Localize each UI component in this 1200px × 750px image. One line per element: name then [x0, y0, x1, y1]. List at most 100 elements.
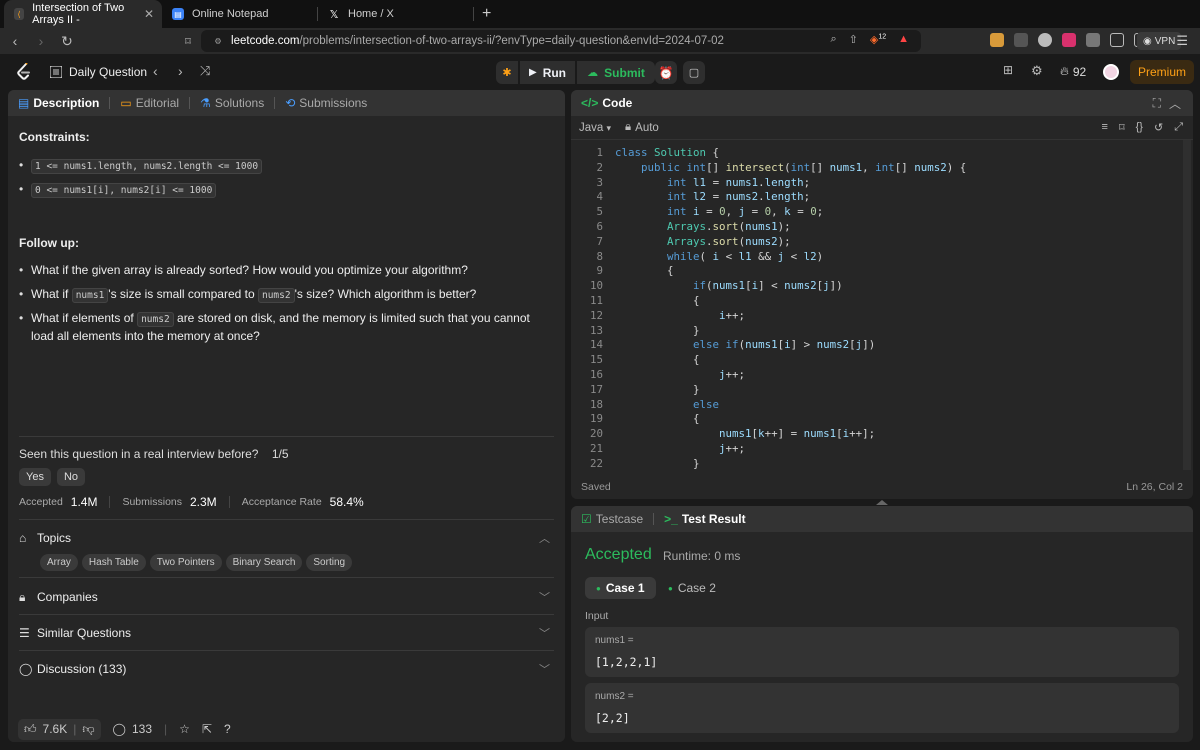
submit-button[interactable]: ☁ Submit: [577, 61, 655, 84]
code-line[interactable]: 6 Arrays.sort(nums1);: [571, 220, 1171, 235]
code-line[interactable]: 20 nums1[k++] = nums1[i++];: [571, 427, 1171, 442]
line-number: 18: [589, 397, 603, 411]
autocomplete-mode[interactable]: Auto: [635, 122, 659, 134]
share-icon[interactable]: ⇱: [202, 722, 212, 736]
zoom-icon[interactable]: ⌕: [830, 33, 836, 46]
close-icon[interactable]: ✕: [144, 7, 154, 21]
code-line[interactable]: 12 i++;: [571, 309, 1171, 324]
browser-tab-notepad[interactable]: ▤ Online Notepad: [162, 0, 317, 28]
format-icon[interactable]: ≡: [1102, 121, 1108, 134]
topic-tag[interactable]: Binary Search: [225, 554, 303, 571]
vpn-button[interactable]: ◉ VPN: [1137, 32, 1182, 50]
problem-list-icon[interactable]: [50, 66, 62, 78]
tab-code[interactable]: </> Code: [581, 96, 642, 110]
code-line[interactable]: 15 {: [571, 353, 1171, 368]
premium-button[interactable]: Premium: [1130, 60, 1194, 84]
run-button[interactable]: ▶ Run: [520, 61, 575, 84]
topics-accordion[interactable]: ⌂ Topics ︿: [19, 527, 554, 549]
menu-icon[interactable]: ☰: [1176, 33, 1188, 49]
code-line[interactable]: 9 {: [571, 264, 1171, 279]
code-line[interactable]: 16 j++;: [571, 368, 1171, 383]
case-tab-1[interactable]: ● Case 1: [585, 577, 656, 599]
next-problem-icon[interactable]: ›: [178, 63, 183, 79]
brave-shield-icon[interactable]: ◈12: [870, 33, 886, 46]
notes-button[interactable]: ▢: [683, 61, 705, 84]
help-icon[interactable]: ?: [224, 722, 231, 736]
yes-button[interactable]: Yes: [19, 468, 51, 486]
streak-counter[interactable]: 🔥︎ 92: [1060, 64, 1086, 79]
topic-tag[interactable]: Sorting: [306, 554, 353, 571]
code-line[interactable]: 3 int l1 = nums1.length;: [571, 176, 1171, 191]
panel-resize-handle[interactable]: [876, 500, 888, 505]
thumbs-down-icon[interactable]: 👎︎: [82, 722, 94, 737]
browser-tab-x[interactable]: 𝕏 Home / X: [318, 0, 473, 28]
thumbs-up-icon[interactable]: 👍︎: [24, 722, 37, 737]
share-icon[interactable]: ⇧: [849, 33, 858, 46]
tab-editorial[interactable]: ▭ Editorial: [120, 96, 189, 110]
star-icon[interactable]: ☆: [179, 722, 190, 736]
tab-description[interactable]: ▤ Description: [18, 96, 109, 110]
scrollbar[interactable]: [1183, 140, 1191, 470]
language-select[interactable]: Java ▾: [579, 122, 611, 134]
fullscreen-icon[interactable]: ⤢: [1174, 121, 1183, 134]
forward-icon[interactable]: ›: [28, 33, 54, 49]
tab-submissions[interactable]: ⟲ Submissions: [285, 96, 377, 110]
extension-icon[interactable]: [990, 33, 1004, 47]
braces-icon[interactable]: {}: [1136, 121, 1143, 134]
extension-icon[interactable]: [1086, 33, 1100, 47]
random-problem-icon[interactable]: ⤨: [200, 63, 210, 79]
no-button[interactable]: No: [56, 468, 86, 486]
chevron-up-icon[interactable]: ︿: [1169, 95, 1181, 112]
code-line[interactable]: 11 {: [571, 294, 1171, 309]
code-line[interactable]: 22 }: [571, 457, 1171, 472]
maximize-icon[interactable]: ⛶: [1153, 96, 1161, 111]
code-line[interactable]: 21 j++;: [571, 442, 1171, 457]
topic-tag[interactable]: Hash Table: [81, 554, 146, 571]
case-tab-2[interactable]: ● Case 2: [657, 577, 727, 599]
site-settings-icon[interactable]: ⚙: [215, 36, 221, 47]
reload-icon[interactable]: ↻: [54, 33, 80, 50]
tab-test-result[interactable]: >_ Test Result: [664, 512, 755, 526]
code-line[interactable]: 18 else: [571, 398, 1171, 413]
extension-icon[interactable]: [1038, 33, 1052, 47]
discussion-accordion[interactable]: ◯ Discussion (133) ﹀: [19, 658, 554, 680]
back-icon[interactable]: ‹: [2, 33, 28, 49]
reset-icon[interactable]: ↺: [1154, 121, 1163, 134]
code-line[interactable]: 10 if(nums1[i] < nums2[j]): [571, 279, 1171, 294]
new-tab-button[interactable]: +: [482, 5, 491, 23]
topic-tag[interactable]: Array: [40, 554, 78, 571]
bookmark-icon[interactable]: ⌑: [175, 35, 201, 48]
code-line[interactable]: 4 int l2 = nums2.length;: [571, 190, 1171, 205]
similar-questions-accordion[interactable]: ☰ Similar Questions ﹀: [19, 622, 554, 644]
browser-tab-leetcode[interactable]: ⟨ Intersection of Two Arrays II - ✕: [4, 0, 162, 28]
code-line[interactable]: 17 }: [571, 383, 1171, 398]
brave-rewards-icon[interactable]: ▲: [898, 33, 909, 46]
code-line[interactable]: 8 while( i < l1 && j < l2): [571, 250, 1171, 265]
leetcode-logo[interactable]: [16, 63, 32, 81]
tab-solutions[interactable]: ⚗ Solutions: [200, 96, 274, 110]
timer-button[interactable]: ⏰: [655, 61, 677, 84]
extension-icon[interactable]: [1062, 33, 1076, 47]
code-line[interactable]: 7 Arrays.sort(nums2);: [571, 235, 1171, 250]
layout-icon[interactable]: ⊞: [1003, 63, 1013, 77]
extension-icon[interactable]: [1014, 33, 1028, 47]
settings-icon[interactable]: ⚙: [1031, 63, 1043, 79]
debug-button[interactable]: ✱: [496, 61, 518, 84]
code-line[interactable]: 14 else if(nums1[i] > nums2[j]): [571, 338, 1171, 353]
daily-question-link[interactable]: Daily Question: [69, 65, 147, 79]
comments-button[interactable]: ◯ 133: [113, 722, 152, 736]
extensions-icon[interactable]: [1110, 33, 1124, 47]
code-line[interactable]: 13 }: [571, 324, 1171, 339]
code-editor[interactable]: 1 class Solution {2 public int[] intersec…: [571, 146, 1183, 472]
code-line[interactable]: 5 int i = 0, j = 0, k = 0;: [571, 205, 1171, 220]
bookmark-icon[interactable]: ⌑: [1119, 121, 1125, 134]
code-line[interactable]: 2 public int[] intersect(int[] nums1, in…: [571, 161, 1171, 176]
tab-testcase[interactable]: ☑ Testcase: [581, 512, 653, 526]
prev-problem-icon[interactable]: ‹: [153, 63, 158, 79]
code-line[interactable]: 1 class Solution {: [571, 146, 1171, 161]
url-bar[interactable]: ⚙ leetcode.com /problems/intersection-of…: [201, 30, 921, 52]
avatar[interactable]: [1103, 64, 1119, 80]
companies-accordion[interactable]: 🔒︎ Companies ﹀: [19, 586, 554, 608]
topic-tag[interactable]: Two Pointers: [149, 554, 222, 571]
code-line[interactable]: 19 {: [571, 412, 1171, 427]
